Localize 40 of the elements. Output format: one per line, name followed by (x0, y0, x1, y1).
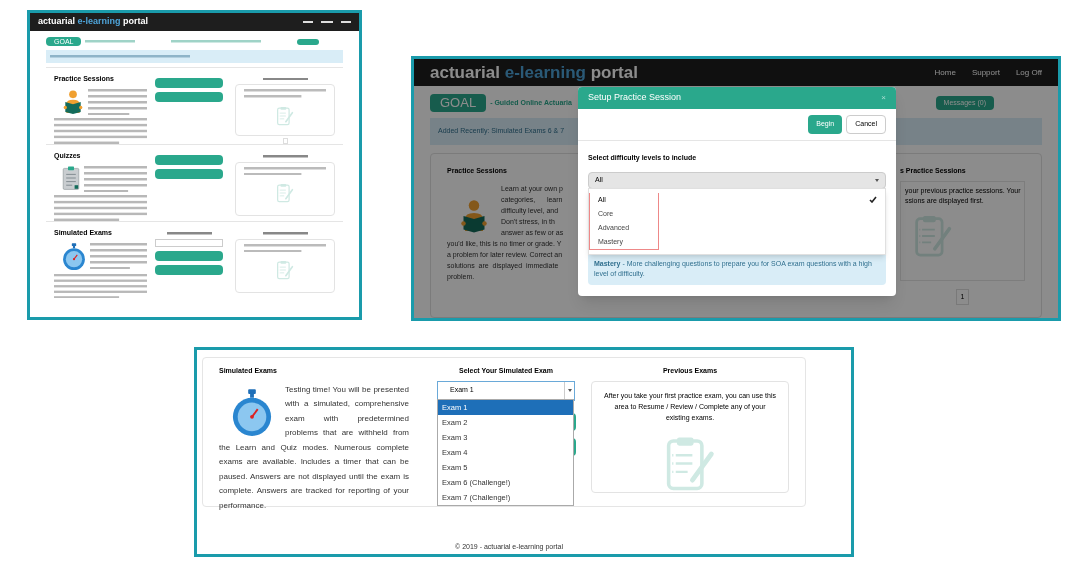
blurred-text-drawing (321, 20, 333, 24)
clipboard-pencil-icon (276, 260, 294, 280)
section-description: Testing time! You will be presented with a simulated, comprehensive exam with predetermined problems that are withheld from the Learn and Quiz modes. Numerous complete exams are available. Includes a timer that can be paused. Answers are not displayed until the exam is complete. Answers are tracked for reporting of your performance. (219, 383, 409, 512)
blurred-text-drawing (262, 78, 308, 81)
site-logo[interactable]: actuarial e-learning portal (38, 15, 149, 29)
action-button[interactable] (155, 250, 223, 261)
caret-icon (875, 178, 879, 182)
clipboard-pencil-icon (913, 213, 953, 258)
nav-link[interactable]: Support (971, 66, 1000, 79)
blurred-text-drawing (88, 88, 147, 115)
clipboard-pencil-icon (276, 183, 294, 203)
action-button[interactable] (155, 92, 223, 102)
blurred-text-drawing (262, 155, 308, 158)
check-icon (869, 196, 877, 203)
reader-icon (459, 198, 489, 233)
page-link[interactable] (282, 138, 288, 144)
messages-button[interactable] (297, 38, 319, 45)
exam-select[interactable] (155, 238, 223, 247)
goal-badge: GOAL (430, 94, 487, 112)
stopwatch-icon (231, 388, 273, 437)
blurred-text-drawing (85, 40, 136, 43)
nav-link[interactable]: Log Off (1015, 66, 1042, 79)
action-button[interactable] (155, 264, 223, 275)
blurred-text-drawing (341, 20, 351, 24)
clipboard-pencil-icon (276, 105, 294, 126)
blurred-text-drawing (166, 232, 212, 235)
site-logo[interactable]: actuarial e-learning portal (430, 59, 638, 86)
blurred-text-drawing (262, 232, 308, 235)
nav-link[interactable]: Home (934, 66, 956, 79)
clipboard-icon (62, 165, 80, 190)
action-button[interactable] (155, 155, 223, 165)
action-button[interactable] (155, 78, 223, 88)
blurred-text-drawing (303, 20, 313, 24)
blurred-text-drawing (90, 242, 147, 269)
blurred-text-drawing (84, 165, 147, 192)
reader-icon (62, 88, 84, 115)
caret-icon (567, 389, 572, 392)
action-button[interactable] (155, 169, 223, 179)
dialog-title: Setup Practice Session (588, 91, 682, 105)
stopwatch-icon (62, 242, 86, 271)
